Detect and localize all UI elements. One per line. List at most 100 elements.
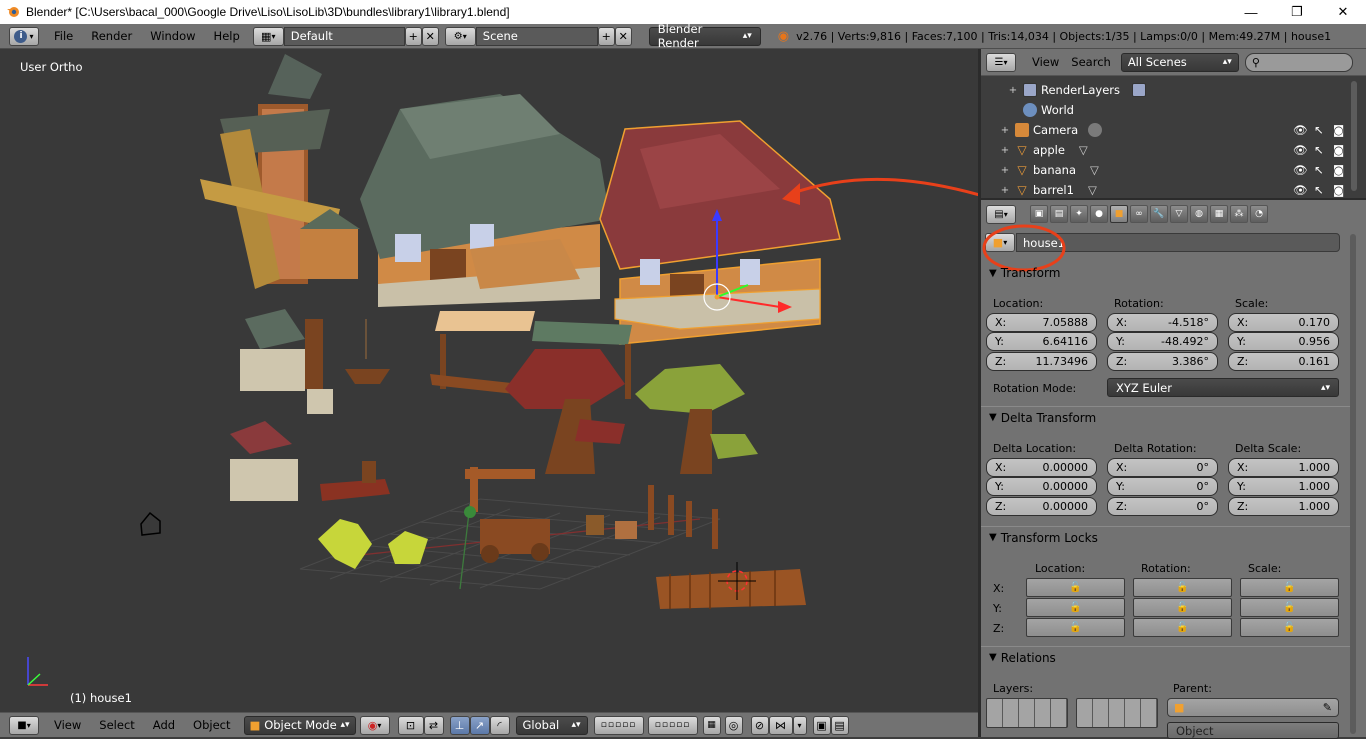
menu-search[interactable]: Search bbox=[1065, 55, 1117, 69]
scale-z-field[interactable]: Z: 0.161 bbox=[1228, 352, 1339, 371]
editor-type-button[interactable]: ☰ ▾ bbox=[986, 52, 1016, 72]
lock-rotation-x-button[interactable]: 🔓 bbox=[1133, 578, 1232, 597]
tab-particles[interactable]: ⁂ bbox=[1230, 205, 1248, 223]
menu-view[interactable]: View bbox=[1026, 55, 1065, 69]
editor-type-button[interactable]: i ▾ bbox=[9, 26, 39, 46]
transform-orientation-select[interactable]: Global ▴▾ bbox=[515, 715, 588, 735]
proportional-edit-button[interactable]: ◎ bbox=[724, 715, 743, 735]
tab-texture[interactable]: ▦ bbox=[1210, 205, 1228, 223]
menu-add[interactable]: Add bbox=[144, 718, 184, 732]
render-camera-icon[interactable]: ◙ bbox=[1333, 143, 1344, 157]
tree-red-model[interactable] bbox=[505, 349, 625, 474]
mode-select[interactable]: ■ Object Mode ▴▾ bbox=[243, 715, 356, 735]
outliner-row[interactable]: + ▽ banana ▽ 👁 ↖ ◙ bbox=[981, 160, 1366, 180]
menu-select[interactable]: Select bbox=[90, 718, 143, 732]
well-model[interactable] bbox=[240, 309, 333, 414]
panel-header[interactable]: ▼ Transform Locks bbox=[981, 526, 1351, 548]
panel-header[interactable]: ▼ Transform bbox=[981, 262, 1351, 284]
viewport-shading-button[interactable]: ◉ ▾ bbox=[359, 715, 390, 735]
location-z-field[interactable]: Z: 11.73496 bbox=[986, 352, 1097, 371]
well-small-model[interactable] bbox=[230, 421, 298, 501]
tab-world[interactable]: ● bbox=[1090, 205, 1108, 223]
rotation-x-field[interactable]: X: -4.518° bbox=[1107, 313, 1218, 332]
scene-icon[interactable]: ⚙ ▾ bbox=[444, 26, 476, 46]
outliner-row[interactable]: World bbox=[981, 100, 1366, 120]
rotate-manipulator[interactable]: ↗ bbox=[469, 715, 490, 735]
scene-name-field[interactable]: Scene bbox=[475, 26, 598, 46]
pivot-point-button[interactable]: ⊡ bbox=[397, 715, 424, 735]
layers-grid-2[interactable] bbox=[1076, 698, 1158, 728]
scale-x-field[interactable]: X: 0.170 bbox=[1228, 313, 1339, 332]
visibility-eye-icon[interactable]: 👁 bbox=[1293, 163, 1308, 177]
menu-render[interactable]: Render bbox=[82, 29, 141, 43]
visibility-eye-icon[interactable]: 👁 bbox=[1293, 123, 1308, 137]
lock-scale-z-button[interactable]: 🔓 bbox=[1240, 618, 1339, 637]
delta-location-z-field[interactable]: Z: 0.00000 bbox=[986, 497, 1097, 516]
layer-buttons-2[interactable]: ▫▫▫▫▫ bbox=[647, 715, 698, 735]
select-arrow-icon[interactable]: ↖ bbox=[1314, 163, 1324, 177]
panel-header[interactable]: ▼ Delta Transform bbox=[981, 406, 1351, 428]
outliner-row[interactable]: + ▽ barrel1 ▽ 👁 ↖ ◙ bbox=[981, 180, 1366, 200]
remove-layout-button[interactable]: ✕ bbox=[421, 26, 439, 46]
menu-view[interactable]: View bbox=[45, 718, 90, 732]
camera-object-icon[interactable] bbox=[140, 511, 161, 536]
menu-object[interactable]: Object bbox=[184, 718, 239, 732]
scale-manipulator[interactable]: ◜ bbox=[489, 715, 510, 735]
render-engine-select[interactable]: Blender Render ▴▾ bbox=[648, 22, 761, 50]
tab-modifiers[interactable]: 🔧 bbox=[1150, 205, 1168, 223]
rotation-y-field[interactable]: Y: -48.492° bbox=[1107, 332, 1218, 351]
lock-location-x-button[interactable]: 🔓 bbox=[1026, 578, 1125, 597]
scale-y-field[interactable]: Y: 0.956 bbox=[1228, 332, 1339, 351]
lock-scale-y-button[interactable]: 🔓 bbox=[1240, 598, 1339, 617]
translate-manipulator[interactable]: ⊥ bbox=[449, 715, 470, 735]
location-y-field[interactable]: Y: 6.64116 bbox=[986, 332, 1097, 351]
panel-header[interactable]: ▼ Relations bbox=[981, 646, 1351, 668]
outliner-search-input[interactable]: ⚲ bbox=[1244, 52, 1353, 72]
close-button[interactable]: ✕ bbox=[1320, 0, 1366, 24]
plant-model[interactable] bbox=[318, 519, 428, 569]
visibility-eye-icon[interactable]: 👁 bbox=[1293, 183, 1308, 197]
bench-model[interactable] bbox=[320, 461, 390, 501]
layout-name-field[interactable]: Default bbox=[283, 26, 405, 46]
outliner-row[interactable]: + Camera 👁 ↖ ◙ bbox=[981, 120, 1366, 140]
3d-viewport[interactable]: User Ortho (1) house1 bbox=[0, 49, 978, 712]
menu-window[interactable]: Window bbox=[141, 29, 204, 43]
delta-location-x-field[interactable]: X: 0.00000 bbox=[986, 458, 1097, 477]
delta-scale-x-field[interactable]: X: 1.000 bbox=[1228, 458, 1339, 477]
delta-scale-y-field[interactable]: Y: 1.000 bbox=[1228, 477, 1339, 496]
expand-icon[interactable]: + bbox=[1007, 85, 1019, 96]
eyedropper-icon[interactable]: ✎ bbox=[1323, 701, 1332, 714]
outliner-scrollbar[interactable] bbox=[1351, 81, 1357, 191]
parent-type-select[interactable]: Object bbox=[1167, 722, 1339, 739]
tab-material[interactable]: ◍ bbox=[1190, 205, 1208, 223]
properties-scrollbar[interactable] bbox=[1350, 234, 1356, 734]
rotation-mode-select[interactable]: XYZ Euler ▴▾ bbox=[1107, 378, 1339, 397]
maximize-button[interactable]: ❐ bbox=[1274, 0, 1320, 24]
layer-buttons-1[interactable]: ▫▫▫▫▫ bbox=[593, 715, 644, 735]
remove-scene-button[interactable]: ✕ bbox=[614, 26, 632, 46]
delta-rotation-x-field[interactable]: X: 0° bbox=[1107, 458, 1218, 477]
screen-layout-icon[interactable]: ▦ ▾ bbox=[252, 26, 284, 46]
lock-location-z-button[interactable]: 🔓 bbox=[1026, 618, 1125, 637]
expand-icon[interactable]: + bbox=[999, 145, 1011, 156]
expand-icon[interactable]: + bbox=[999, 185, 1011, 196]
render-animation-button[interactable]: ▤ bbox=[830, 715, 849, 735]
location-x-field[interactable]: X: 7.05888 bbox=[986, 313, 1097, 332]
tab-data[interactable]: ▽ bbox=[1170, 205, 1188, 223]
delta-rotation-y-field[interactable]: Y: 0° bbox=[1107, 477, 1218, 496]
add-layout-button[interactable]: + bbox=[404, 26, 422, 46]
lock-rotation-z-button[interactable]: 🔓 bbox=[1133, 618, 1232, 637]
snap-element-select[interactable]: ⋈ bbox=[768, 715, 793, 735]
select-arrow-icon[interactable]: ↖ bbox=[1314, 143, 1324, 157]
delta-scale-z-field[interactable]: Z: 1.000 bbox=[1228, 497, 1339, 516]
layers-grid-1[interactable] bbox=[986, 698, 1068, 728]
delta-location-y-field[interactable]: Y: 0.00000 bbox=[986, 477, 1097, 496]
menu-help[interactable]: Help bbox=[205, 29, 249, 43]
house-red-model[interactable] bbox=[599, 120, 841, 345]
render-camera-icon[interactable]: ◙ bbox=[1333, 163, 1344, 177]
select-arrow-icon[interactable]: ↖ bbox=[1314, 183, 1324, 197]
tab-constraints[interactable]: ∞ bbox=[1130, 205, 1148, 223]
lock-scale-x-button[interactable]: 🔓 bbox=[1240, 578, 1339, 597]
tab-object[interactable]: ■ bbox=[1110, 205, 1128, 223]
visibility-eye-icon[interactable]: 👁 bbox=[1293, 143, 1308, 157]
